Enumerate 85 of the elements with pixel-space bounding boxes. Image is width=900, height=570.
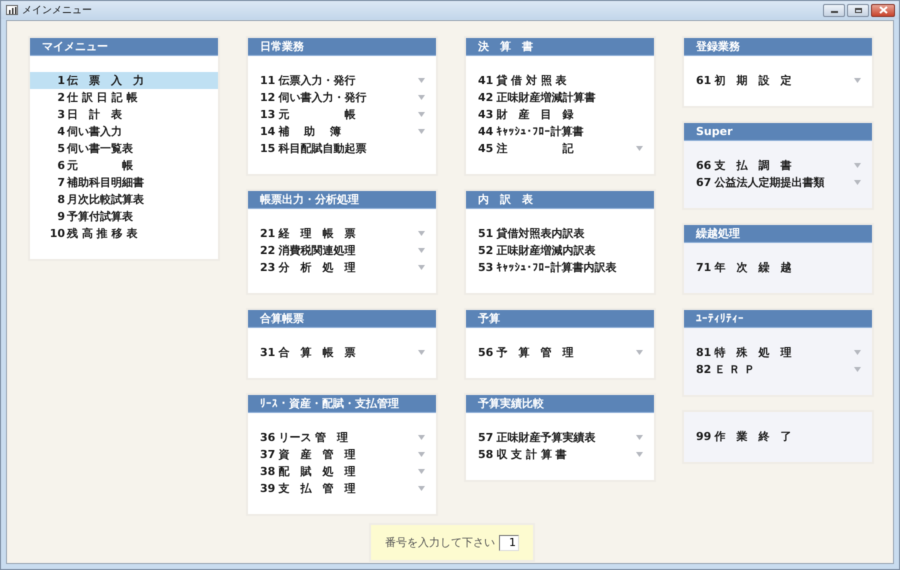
dropdown-icon[interactable] [418,231,425,236]
menu-item[interactable]: 82 Ｅ Ｒ Ｐ [684,361,872,378]
menu-item[interactable]: 41 貸 借 対 照 表 [466,72,654,89]
menu-item[interactable]: 51 貸借対照表内訳表 [466,225,654,242]
panel-header: 合算帳票 [248,310,436,328]
menu-item[interactable]: 71 年 次 繰 越 [684,259,872,276]
menu-item[interactable]: 81 特 殊 処 理 [684,344,872,361]
dropdown-icon[interactable] [854,78,861,83]
panel-header: 日常業務 [248,38,436,56]
menu-item[interactable]: 21 経 理 帳 票 [248,225,436,242]
menu-item[interactable]: 31 合 算 帳 票 [248,344,436,361]
menu-item[interactable]: 22 消費税関連処理 [248,242,436,259]
window-title: メインメニュー [22,4,92,17]
panel-header: 帳票出力・分析処理 [248,191,436,209]
menu-item[interactable]: 7 補助科目明細書 [30,174,218,191]
menu-item[interactable]: 15 科目配賦自動起票 [248,140,436,157]
dropdown-icon[interactable] [418,486,425,491]
minimize-button[interactable] [823,4,845,16]
close-button[interactable] [871,4,895,16]
dropdown-icon[interactable] [854,367,861,372]
dropdown-icon[interactable] [636,435,643,440]
menu-item[interactable]: 52 正味財産増減内訳表 [466,242,654,259]
menu-item[interactable]: 9 予算付試算表 [30,208,218,225]
dropdown-icon[interactable] [418,112,425,117]
menu-item[interactable]: 1 伝 票 入 力 [30,72,218,89]
menu-item[interactable]: 61 初 期 設 定 [684,72,872,89]
dropdown-icon[interactable] [418,95,425,100]
menu-item[interactable]: 14 補 助 簿 [248,123,436,140]
dropdown-icon[interactable] [636,452,643,457]
menu-item[interactable]: 3 日 計 表 [30,106,218,123]
menu-item[interactable]: 13 元 帳 [248,106,436,123]
dropdown-icon[interactable] [418,469,425,474]
dropdown-icon[interactable] [418,350,425,355]
panel-header: 内 訳 表 [466,191,654,209]
menu-item[interactable]: 10 残 高 推 移 表 [30,225,218,242]
dropdown-icon[interactable] [854,163,861,168]
menu-item[interactable]: 36 リース 管 理 [248,429,436,446]
chart-icon [6,5,18,15]
menu-item[interactable]: 44 ｷｬｯｼｭ･ﾌﾛｰ計算書 [466,123,654,140]
menu-item[interactable]: 12 伺い書入力・発行 [248,89,436,106]
menu-item[interactable]: 57 正味財産予算実績表 [466,429,654,446]
menu-item[interactable]: 42 正味財産増減計算書 [466,89,654,106]
panel-header: 繰越処理 [684,225,872,243]
minimize-icon [830,11,838,13]
menu-item[interactable]: 4 伺い書入力 [30,123,218,140]
dropdown-icon[interactable] [418,129,425,134]
panel-header: マイメニュー [30,38,218,56]
dropdown-icon[interactable] [418,452,425,457]
dropdown-icon[interactable] [854,350,861,355]
panel-header: 登録業務 [684,38,872,56]
number-entry-label: 番号を入力して下さい [385,535,495,550]
menu-item[interactable]: 43 財 産 目 録 [466,106,654,123]
dropdown-icon[interactable] [636,350,643,355]
dropdown-icon[interactable] [418,248,425,253]
close-icon [878,6,888,14]
menu-item[interactable]: 11 伝票入力・発行 [248,72,436,89]
panel-header: 決 算 書 [466,38,654,56]
menu-item[interactable]: 6 元 帳 [30,157,218,174]
menu-item[interactable]: 99 作 業 終 了 [684,428,872,445]
menu-item[interactable]: 38 配 賦 処 理 [248,463,436,480]
dropdown-icon[interactable] [636,146,643,151]
panel-header: ﾘｰｽ・資産・配賦・支払管理 [248,395,436,413]
menu-item[interactable]: 23 分 析 処 理 [248,259,436,276]
menu-item[interactable]: 66 支 払 調 書 [684,157,872,174]
menu-item[interactable]: 53 ｷｬｯｼｭ･ﾌﾛｰ計算書内訳表 [466,259,654,276]
panel-header: ﾕｰﾃｨﾘﾃｨｰ [684,310,872,328]
menu-item[interactable]: 58 収 支 計 算 書 [466,446,654,463]
panel-header: 予算実績比較 [466,395,654,413]
maximize-button[interactable] [847,4,869,16]
menu-item[interactable]: 37 資 産 管 理 [248,446,436,463]
menu-item[interactable]: 5 伺い書一覧表 [30,140,218,157]
panel-header: Super [684,123,872,141]
dropdown-icon[interactable] [854,180,861,185]
maximize-icon [854,8,862,12]
dropdown-icon[interactable] [418,78,425,83]
menu-item[interactable]: 67 公益法人定期提出書類 [684,174,872,191]
panel-header: 予算 [466,310,654,328]
number-input[interactable]: 1 [499,534,519,550]
dropdown-icon[interactable] [418,435,425,440]
menu-item[interactable]: 56 予 算 管 理 [466,344,654,361]
menu-item[interactable]: 39 支 払 管 理 [248,480,436,497]
menu-item[interactable]: 45 注 記 [466,140,654,157]
dropdown-icon[interactable] [418,265,425,270]
menu-item[interactable]: 8 月次比較試算表 [30,191,218,208]
menu-item[interactable]: 2 仕 訳 日 記 帳 [30,89,218,106]
